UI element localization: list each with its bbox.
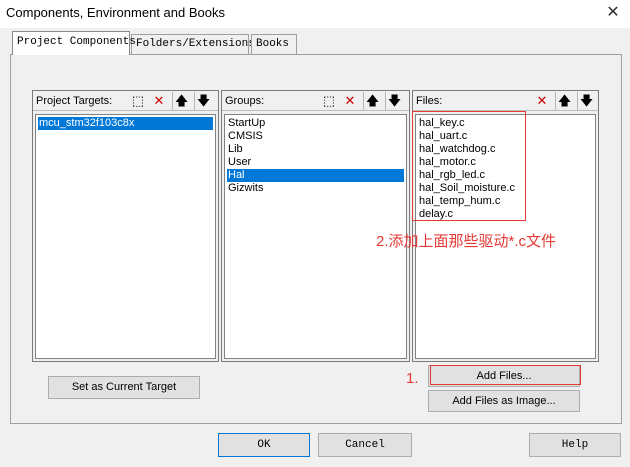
project-targets-panel: Project Targets: ⬚ ✕ 🡅 🡇 mcu_stm32f103c8… bbox=[32, 90, 219, 362]
tab-books[interactable]: Books bbox=[251, 34, 297, 54]
list-item[interactable]: Lib bbox=[227, 143, 404, 156]
files-label: Files: bbox=[416, 95, 443, 107]
tab-project-components[interactable]: Project Components bbox=[12, 31, 136, 55]
list-item[interactable]: Gizwits bbox=[227, 182, 404, 195]
list-item[interactable]: StartUp bbox=[227, 117, 404, 130]
groups-label: Groups: bbox=[225, 95, 265, 107]
project-targets-label: Project Targets: bbox=[36, 95, 113, 107]
annotation-files-box bbox=[412, 111, 526, 221]
annotation-add-files-box bbox=[430, 365, 581, 385]
list-item[interactable]: Hal bbox=[227, 169, 404, 182]
delete-group-icon[interactable]: ✕ bbox=[341, 92, 359, 110]
cancel-button[interactable]: Cancel bbox=[318, 433, 412, 457]
close-icon[interactable]: ✕ bbox=[604, 4, 622, 22]
delete-target-icon[interactable]: ✕ bbox=[150, 92, 168, 110]
annotation-note-1: 1. bbox=[406, 370, 419, 387]
new-target-icon[interactable]: ⬚ bbox=[129, 92, 147, 110]
move-up-icon[interactable]: 🡅 bbox=[172, 92, 190, 110]
new-group-icon[interactable]: ⬚ bbox=[320, 92, 338, 110]
groups-panel: Groups: ⬚ ✕ 🡅 🡇 StartUp CMSIS Lib User H… bbox=[221, 90, 410, 362]
window-title: Components, Environment and Books bbox=[6, 5, 225, 20]
annotation-note-2: 2.添加上面那些驱动*.c文件 bbox=[376, 233, 557, 250]
files-header: Files: ✕ 🡅 🡇 bbox=[413, 91, 598, 111]
move-down-icon[interactable]: 🡇 bbox=[577, 92, 595, 110]
list-item[interactable]: mcu_stm32f103c8x bbox=[38, 117, 213, 130]
move-up-icon[interactable]: 🡅 bbox=[363, 92, 381, 110]
groups-header: Groups: ⬚ ✕ 🡅 🡇 bbox=[222, 91, 409, 111]
add-files-as-image-button[interactable]: Add Files as Image... bbox=[428, 390, 580, 412]
tab-folders-extensions[interactable]: Folders/Extensions bbox=[131, 34, 255, 54]
move-down-icon[interactable]: 🡇 bbox=[194, 92, 212, 110]
help-button[interactable]: Help bbox=[529, 433, 621, 457]
move-down-icon[interactable]: 🡇 bbox=[385, 92, 403, 110]
delete-file-icon[interactable]: ✕ bbox=[533, 92, 551, 110]
list-item[interactable]: CMSIS bbox=[227, 130, 404, 143]
list-item[interactable]: User bbox=[227, 156, 404, 169]
ok-button[interactable]: OK bbox=[218, 433, 310, 457]
project-targets-list[interactable]: mcu_stm32f103c8x bbox=[35, 114, 216, 359]
title-bar: Components, Environment and Books ✕ bbox=[0, 0, 630, 28]
set-current-target-button[interactable]: Set as Current Target bbox=[48, 376, 200, 399]
project-targets-header: Project Targets: ⬚ ✕ 🡅 🡇 bbox=[33, 91, 218, 111]
move-up-icon[interactable]: 🡅 bbox=[555, 92, 573, 110]
